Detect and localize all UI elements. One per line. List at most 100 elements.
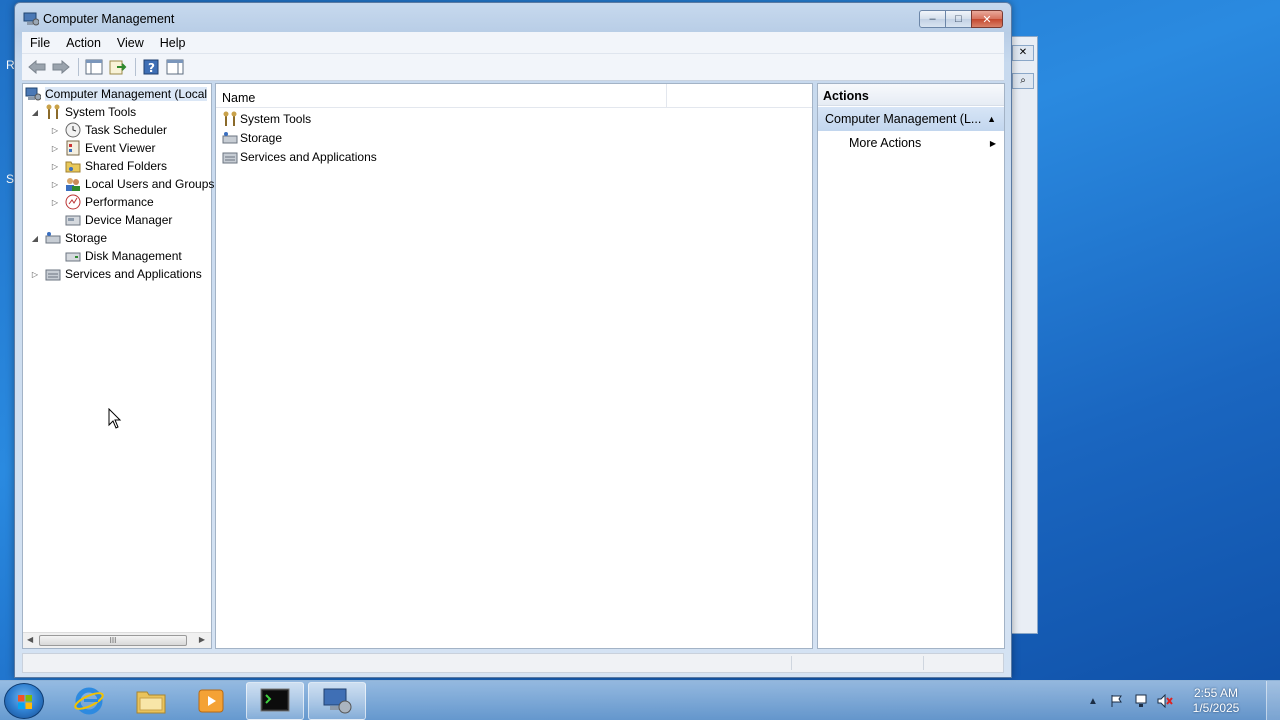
status-divider — [791, 656, 792, 670]
scroll-thumb[interactable]: III — [39, 635, 187, 646]
list-item-label: Services and Applications — [240, 150, 377, 164]
tree-item-storage[interactable]: ◢ Storage — [29, 229, 107, 247]
svg-text:?: ? — [148, 61, 155, 75]
list-item[interactable]: Storage — [222, 129, 282, 147]
minimize-icon: – — [929, 13, 936, 25]
performance-icon — [65, 194, 81, 210]
search-icon[interactable]: ⌕ — [1012, 73, 1034, 89]
action-center-flag-icon[interactable] — [1108, 692, 1126, 710]
taskbar-computer-management[interactable] — [308, 682, 366, 720]
show-hide-action-pane-button[interactable] — [164, 57, 186, 77]
minimize-button[interactable]: – — [919, 10, 946, 28]
show-desktop-button[interactable] — [1266, 681, 1280, 720]
show-hide-tree-icon — [85, 59, 103, 75]
collapse-section-icon[interactable]: ▲ — [987, 114, 996, 124]
close-icon[interactable]: ✕ — [1012, 45, 1034, 61]
show-hide-tree-button[interactable] — [83, 57, 105, 77]
list-item[interactable]: Services and Applications — [222, 148, 377, 166]
toolbar-separator — [78, 58, 79, 76]
tree-item-label: Performance — [85, 195, 154, 209]
console-tree[interactable]: Computer Management (Local ◢ System Tool… — [22, 83, 214, 649]
tree-item-services-applications[interactable]: ▷ Services and Applications — [29, 265, 202, 283]
services-icon — [45, 266, 61, 282]
folder-icon — [136, 691, 166, 714]
expand-icon[interactable]: ▷ — [49, 144, 61, 153]
actions-header: Actions — [818, 84, 1004, 106]
taskbar: ▲ 2:55 AM 1/5/2025 — [0, 680, 1280, 720]
shared-folder-icon — [65, 158, 81, 174]
expand-icon[interactable]: ▷ — [49, 162, 61, 171]
expand-icon[interactable]: ▷ — [49, 126, 61, 135]
tree-item-disk-management[interactable]: Disk Management — [65, 247, 182, 265]
tree-item-label: Disk Management — [85, 249, 182, 263]
help-icon: ? — [143, 59, 159, 75]
tree-item-shared-folders[interactable]: ▷ Shared Folders — [49, 157, 167, 175]
desktop-icon-label: S — [6, 172, 15, 186]
event-viewer-icon — [65, 140, 81, 156]
back-button[interactable] — [26, 57, 48, 77]
device-manager-icon — [65, 212, 81, 228]
submenu-arrow-icon[interactable]: ▶ — [990, 139, 996, 148]
close-button[interactable]: ✕ — [971, 10, 1003, 28]
expand-icon[interactable]: ▷ — [49, 198, 61, 207]
disk-management-icon — [65, 248, 81, 264]
show-hidden-icons-icon[interactable]: ▲ — [1084, 692, 1102, 710]
tree-item-performance[interactable]: ▷ Performance — [49, 193, 154, 211]
list-item[interactable]: System Tools — [222, 110, 311, 128]
tree-item-label: System Tools — [65, 105, 137, 119]
collapse-icon[interactable]: ◢ — [29, 108, 41, 117]
horizontal-scrollbar[interactable]: ◀ III ▶ — [23, 632, 211, 648]
tree-item-system-tools[interactable]: ◢ System Tools — [29, 103, 136, 121]
expand-icon[interactable]: ▷ — [49, 180, 61, 189]
tree-item-local-users-groups[interactable]: ▷ Local Users and Groups — [49, 175, 214, 193]
taskbar-command-prompt[interactable] — [246, 682, 304, 720]
taskbar-internet-explorer[interactable] — [60, 682, 118, 720]
start-button[interactable] — [4, 683, 44, 719]
window-title: Computer Management — [43, 12, 175, 26]
forward-icon — [52, 60, 70, 74]
computer-management-icon — [323, 688, 352, 714]
forward-button[interactable] — [50, 57, 72, 77]
clock-date: 1/5/2025 — [1192, 701, 1240, 715]
menu-action[interactable]: Action — [58, 36, 109, 50]
tree-item-label: Services and Applications — [65, 267, 202, 281]
column-header-name[interactable]: Name — [216, 84, 667, 107]
tree-item-label: Local Users and Groups — [85, 177, 215, 191]
actions-section-label: Computer Management (L... — [825, 112, 982, 126]
computer-management-icon — [25, 86, 41, 102]
tree-item-device-manager[interactable]: Device Manager — [65, 211, 172, 229]
column-header-row: Name — [216, 84, 812, 108]
results-pane[interactable]: Name System Tools Storage Services and A… — [215, 83, 813, 649]
expand-icon[interactable]: ▷ — [29, 270, 41, 279]
background-window[interactable]: ✕ ⌕ — [1008, 36, 1038, 634]
taskbar-media-player[interactable] — [182, 682, 240, 720]
clock[interactable]: 2:55 AM 1/5/2025 — [1180, 686, 1252, 716]
toolbar: ? — [22, 54, 1004, 81]
tree-item-label: Device Manager — [85, 213, 173, 227]
tree-item-label: Shared Folders — [85, 159, 168, 173]
tree-item-label: Task Scheduler — [85, 123, 168, 137]
more-actions-item[interactable]: More Actions — [849, 136, 921, 150]
tree-item-event-viewer[interactable]: ▷ Event Viewer — [49, 139, 155, 157]
menu-view[interactable]: View — [109, 36, 152, 50]
menu-help[interactable]: Help — [152, 36, 194, 50]
scroll-right-icon[interactable]: ▶ — [199, 635, 205, 644]
menu-file[interactable]: File — [22, 36, 58, 50]
users-icon — [65, 176, 81, 192]
terminal-icon — [260, 688, 290, 712]
help-button[interactable]: ? — [140, 57, 162, 77]
collapse-icon[interactable]: ◢ — [29, 234, 41, 243]
tree-item-task-scheduler[interactable]: ▷ Task Scheduler — [49, 121, 167, 139]
title-bar[interactable]: Computer Management – □ ✕ — [15, 3, 1011, 33]
actions-section-computer-management[interactable]: Computer Management (L... ▲ — [818, 107, 1004, 131]
volume-muted-icon[interactable] — [1156, 692, 1174, 710]
network-icon[interactable] — [1132, 692, 1150, 710]
export-list-button[interactable] — [107, 57, 129, 77]
list-item-label: Storage — [240, 131, 283, 145]
scroll-left-icon[interactable]: ◀ — [27, 635, 33, 644]
taskbar-file-explorer[interactable] — [122, 682, 180, 720]
tree-item-label: Storage — [65, 231, 108, 245]
maximize-button[interactable]: □ — [945, 10, 972, 28]
tree-item-root[interactable]: Computer Management (Local — [25, 85, 208, 103]
services-icon — [222, 149, 238, 165]
